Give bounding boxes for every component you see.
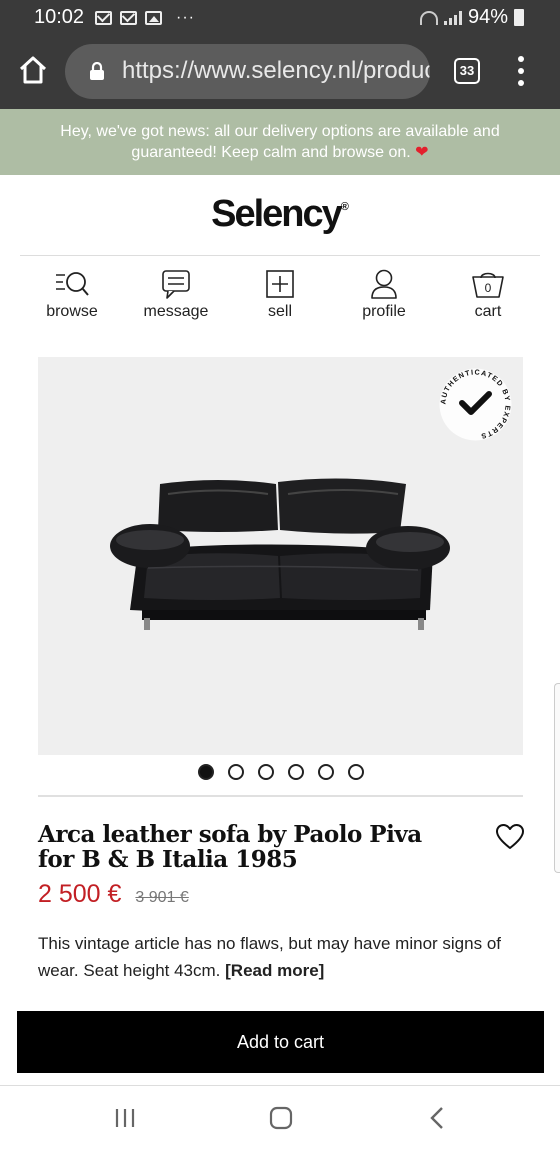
product-image-gallery[interactable]: AUTHENTICATED BY EXPERTS	[38, 357, 523, 755]
gallery-dot[interactable]	[198, 764, 214, 780]
gmail-icon	[120, 11, 137, 25]
nav-cart-label: cart	[474, 303, 502, 320]
read-more-link[interactable]: [Read more]	[225, 961, 324, 980]
url-text: https://www.selency.nl/product	[122, 57, 430, 84]
favorite-heart-icon[interactable]	[495, 823, 525, 851]
banner-text: Hey, we've got news: all our delivery op…	[60, 123, 500, 161]
signal-icon	[443, 10, 462, 25]
gallery-pagination	[0, 764, 560, 780]
nav-profile[interactable]: profile	[332, 262, 436, 332]
product-title: Arca leather sofa by Paolo Piva for B & …	[38, 821, 422, 873]
nav-message[interactable]: message	[124, 262, 228, 332]
current-price: 2 500 €	[38, 880, 122, 908]
nav-message-label: message	[143, 303, 209, 320]
home-icon[interactable]	[17, 54, 49, 86]
browse-search-icon	[56, 272, 89, 296]
scrollbar-thumb[interactable]	[554, 683, 560, 873]
lock-icon	[90, 62, 104, 80]
status-bar: 10:02 ··· 94%	[0, 0, 560, 34]
header-divider	[20, 255, 540, 256]
authenticated-badge: AUTHENTICATED BY EXPERTS	[438, 367, 512, 441]
address-bar[interactable]: https://www.selency.nl/product	[65, 44, 430, 99]
gallery-dot[interactable]	[318, 764, 334, 780]
sofa-image	[110, 478, 450, 630]
nav-profile-label: profile	[362, 303, 406, 320]
message-icon	[162, 270, 190, 299]
nav-browse[interactable]: browse	[20, 262, 124, 332]
back-icon[interactable]	[428, 1106, 446, 1130]
nav-browse-label: browse	[46, 303, 98, 320]
browser-menu-icon[interactable]	[514, 56, 528, 86]
recent-apps-icon[interactable]	[114, 1106, 136, 1130]
registered-mark: ®	[340, 201, 349, 213]
main-nav: browse message sell profile 0 cart	[20, 262, 540, 332]
gallery-icon	[145, 11, 162, 25]
original-price: 3 901 €	[135, 889, 189, 906]
status-right: 94%	[419, 6, 524, 29]
logo-text: Selency	[211, 193, 343, 235]
heart-emoji: ❤	[415, 144, 429, 161]
notification-icons: ···	[95, 9, 195, 27]
status-time: 10:02	[34, 6, 85, 28]
gmail-icon	[95, 11, 112, 25]
gallery-dot[interactable]	[288, 764, 304, 780]
gallery-dot[interactable]	[228, 764, 244, 780]
news-banner: Hey, we've got news: all our delivery op…	[0, 109, 560, 175]
profile-icon	[371, 269, 397, 299]
battery-percent: 94%	[467, 6, 508, 28]
battery-icon	[514, 9, 524, 26]
wifi-icon	[419, 10, 438, 25]
android-nav-bar	[0, 1086, 560, 1151]
gallery-divider	[38, 795, 523, 797]
selency-logo[interactable]: Selency®	[0, 193, 560, 236]
more-notifications-icon: ···	[176, 9, 195, 26]
nav-sell-label: sell	[267, 303, 292, 320]
cart-count: 0	[485, 281, 492, 295]
cart-basket-icon: 0	[472, 272, 504, 298]
nav-sell[interactable]: sell	[228, 262, 332, 332]
browser-toolbar: https://www.selency.nl/product 33	[0, 34, 560, 109]
product-description: This vintage article has no flaws, but m…	[38, 930, 528, 984]
price-row: 2 500 € 3 901 €	[38, 880, 189, 909]
gallery-dot[interactable]	[258, 764, 274, 780]
home-nav-icon[interactable]	[269, 1106, 293, 1130]
gallery-dot[interactable]	[348, 764, 364, 780]
nav-cart[interactable]: 0 cart	[436, 262, 540, 332]
add-to-cart-button[interactable]: Add to cart	[17, 1011, 544, 1073]
tab-switcher-button[interactable]: 33	[454, 58, 480, 84]
sell-plus-icon	[266, 270, 294, 298]
